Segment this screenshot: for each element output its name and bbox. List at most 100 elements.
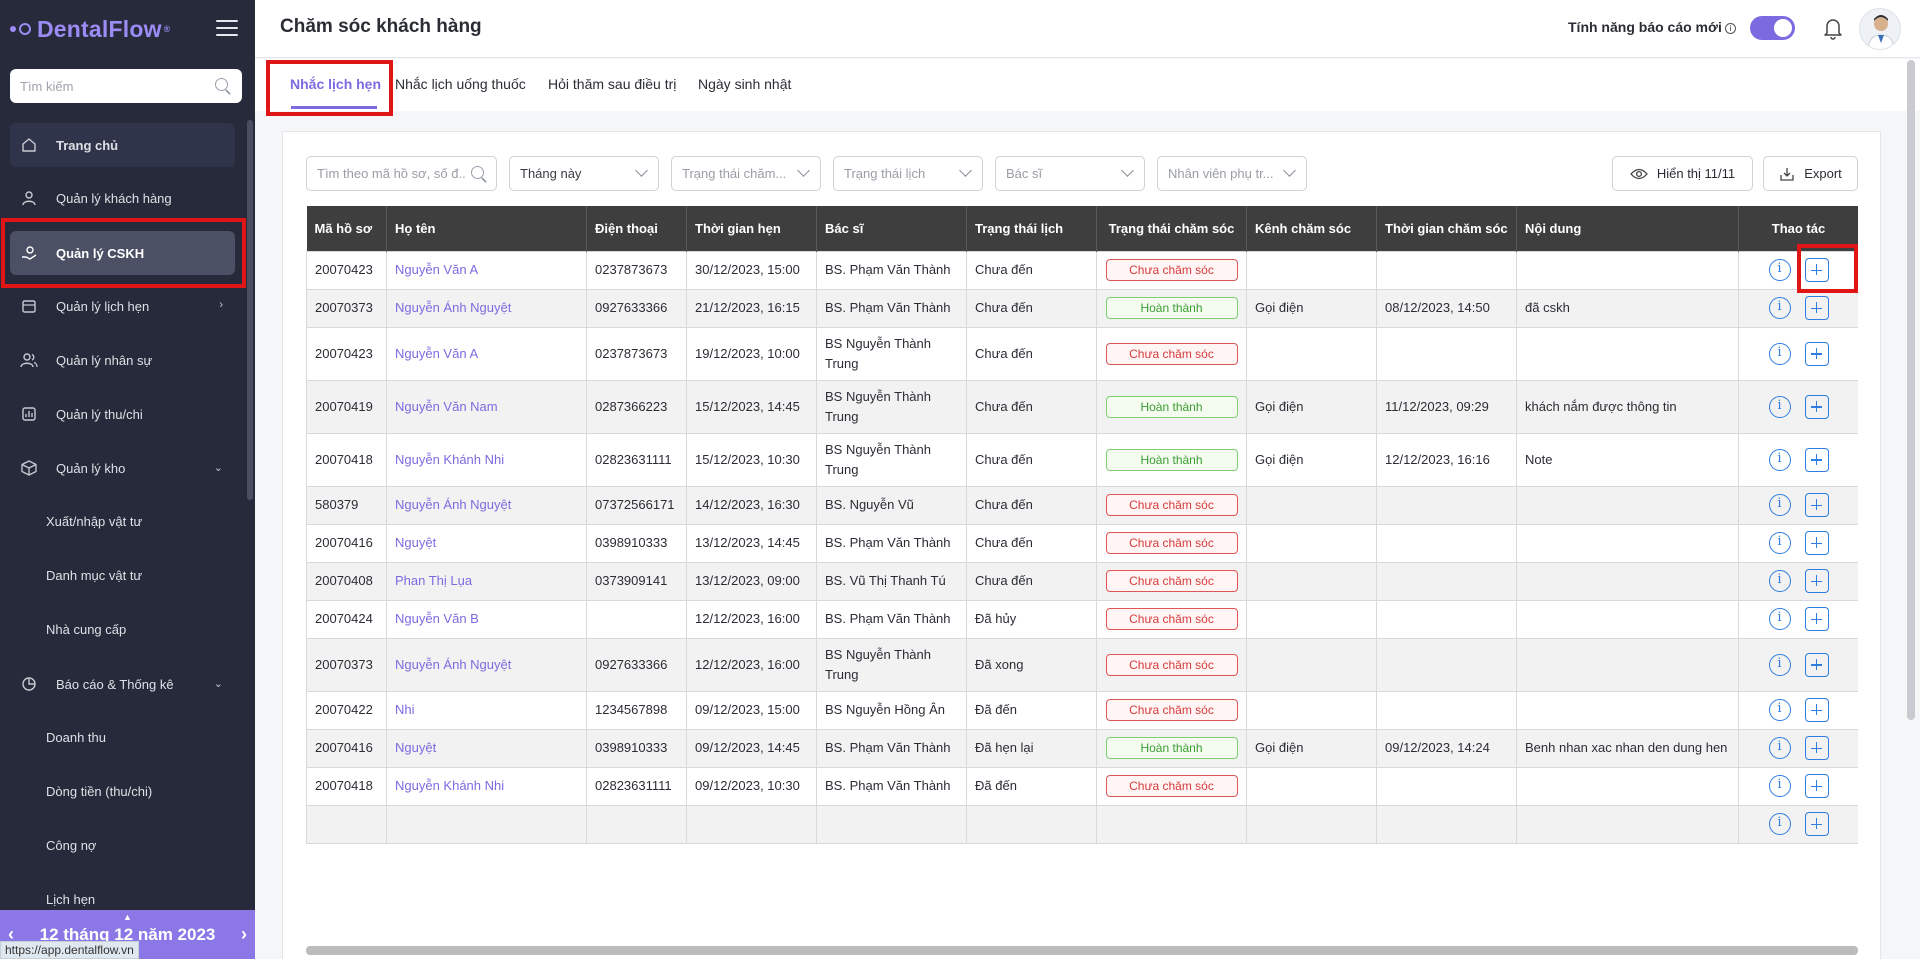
sidebar-item-reports[interactable]: Báo cáo & Thống kê ⌄ — [10, 662, 235, 706]
tab-birthday[interactable]: Ngày sinh nhật — [698, 76, 791, 92]
search-icon[interactable] — [214, 77, 232, 95]
cell-name[interactable]: Nguyễn Văn A — [386, 250, 587, 290]
table-row[interactable]: 20070418 Nguyễn Khánh Nhi 02823631111 09/12… — [306, 766, 1858, 806]
cell-name[interactable]: Nguyễn Ánh Nguyệt — [386, 485, 587, 525]
info-icon[interactable]: i — [1724, 23, 1736, 34]
next-date-icon[interactable]: › — [241, 924, 247, 945]
table-row[interactable]: 20070423 Nguyễn Văn A 0237873673 19/12/2023… — [306, 326, 1858, 381]
add-care-icon[interactable] — [1804, 341, 1829, 366]
info-circle-icon[interactable]: i — [1768, 570, 1791, 592]
info-circle-icon[interactable]: i — [1768, 699, 1791, 721]
info-circle-icon[interactable]: i — [1768, 737, 1791, 759]
add-care-icon[interactable] — [1804, 493, 1829, 517]
menu-toggle-icon[interactable] — [216, 20, 238, 38]
tab-post-treatment[interactable]: Hỏi thăm sau điều trị — [548, 76, 676, 92]
cell-name[interactable]: Nguyễn Văn Nam — [386, 379, 587, 434]
cell-name[interactable]: Nguyễn Ánh Nguyệt — [386, 288, 587, 328]
sidebar-item-finance[interactable]: Quản lý thu/chi — [10, 392, 235, 436]
cell-name[interactable] — [386, 804, 587, 844]
table-row[interactable]: 20070416 Nguyệt 0398910333 09/12/2023, 14:4… — [306, 728, 1858, 768]
home-icon — [20, 136, 38, 154]
add-care-icon[interactable] — [1804, 531, 1829, 555]
chevron-up-icon[interactable]: ▲ — [123, 912, 132, 922]
bell-icon[interactable] — [1822, 16, 1844, 40]
table-row[interactable]: 20070422 Nhi 1234567898 09/12/2023, 15:00 BS… — [306, 690, 1858, 730]
table-row[interactable]: 20070418 Nguyễn Khánh Nhi 02823631111 15/12… — [306, 432, 1858, 487]
sidebar-search-input[interactable] — [20, 78, 214, 94]
cell-name[interactable]: Nguyễn Văn B — [386, 599, 587, 639]
info-circle-icon[interactable]: i — [1768, 342, 1791, 365]
avatar[interactable] — [1859, 8, 1901, 50]
page-scrollbar[interactable] — [1907, 60, 1915, 720]
info-circle-icon[interactable]: i — [1768, 448, 1791, 471]
sidebar-sub-suppliers[interactable]: Nhà cung cấp — [46, 622, 126, 637]
sidebar-sub-stock-io[interactable]: Xuất/nhập vật tư — [46, 514, 142, 529]
info-circle-icon[interactable]: i — [1768, 775, 1791, 797]
add-care-icon[interactable] — [1804, 698, 1829, 722]
cell-appointment-status: Đã đến — [966, 766, 1097, 806]
add-care-icon[interactable] — [1804, 607, 1829, 631]
table-row[interactable]: 20070408 Phan Thị Lụa 0373909141 13/12/2023… — [306, 561, 1858, 601]
info-circle-icon[interactable]: i — [1768, 297, 1791, 319]
sidebar-sub-cashflow[interactable]: Dòng tiền (thu/chi) — [46, 784, 152, 799]
cell-name[interactable]: Nguyễn Khánh Nhi — [386, 432, 587, 487]
cell-name[interactable]: Nhi — [386, 690, 587, 730]
cell-appointment-time: 12/12/2023, 16:00 — [686, 599, 817, 639]
table-row[interactable]: 20070373 Nguyễn Ánh Nguyệt 0927633366 12/12… — [306, 637, 1858, 692]
horizontal-scrollbar[interactable] — [306, 946, 1858, 955]
export-button[interactable]: Export — [1763, 156, 1858, 191]
sidebar-item-customers[interactable]: Quản lý khách hàng — [10, 176, 235, 220]
sidebar-sub-revenue[interactable]: Doanh thu — [46, 730, 106, 745]
info-circle-icon[interactable]: i — [1768, 532, 1791, 554]
table-row[interactable]: 20070416 Nguyệt 0398910333 13/12/2023, 14:4… — [306, 523, 1858, 563]
sidebar-item-warehouse[interactable]: Quản lý kho ⌄ — [10, 446, 235, 490]
cell-name[interactable]: Nguyễn Ánh Nguyệt — [386, 637, 587, 692]
table-row[interactable]: 20070419 Nguyễn Văn Nam 0287366223 15/12/20… — [306, 379, 1858, 434]
sidebar-sub-materials[interactable]: Danh mục vật tư — [46, 568, 142, 583]
cell-name[interactable]: Nguyễn Văn A — [386, 326, 587, 381]
month-filter[interactable]: Tháng này — [509, 156, 659, 191]
cell-name[interactable]: Nguyệt — [386, 728, 587, 768]
add-care-icon[interactable] — [1804, 736, 1829, 760]
info-circle-icon[interactable]: i — [1768, 653, 1791, 676]
info-circle-icon[interactable]: i — [1768, 494, 1791, 516]
sidebar-item-staff[interactable]: Quản lý nhân sự — [10, 338, 235, 382]
sidebar-scrollbar[interactable] — [247, 120, 253, 500]
doctor-filter[interactable]: Bác sĩ — [995, 156, 1145, 191]
search-icon[interactable] — [470, 165, 488, 183]
table-row[interactable]: i — [306, 804, 1858, 844]
add-care-icon[interactable] — [1804, 812, 1829, 836]
app-logo[interactable]: DentalFlow ® — [10, 14, 171, 44]
cell-name[interactable]: Nguyễn Khánh Nhi — [386, 766, 587, 806]
cell-record-id: 580379 — [306, 485, 387, 525]
sidebar-item-appointments[interactable]: Quản lý lịch hẹn › — [10, 284, 235, 328]
info-circle-icon[interactable]: i — [1768, 395, 1791, 418]
sidebar-item-home[interactable]: Trang chủ — [10, 123, 235, 167]
add-care-icon[interactable] — [1804, 569, 1829, 593]
report-toggle-switch[interactable] — [1750, 16, 1795, 40]
record-search-filter[interactable]: Tìm theo mã hồ sơ, số đ... — [306, 156, 497, 191]
add-care-icon[interactable] — [1804, 774, 1829, 798]
add-care-icon[interactable] — [1804, 652, 1829, 677]
appointment-status-filter[interactable]: Trạng thái lịch — [833, 156, 983, 191]
info-circle-icon[interactable]: i — [1768, 813, 1791, 835]
add-care-icon[interactable] — [1804, 447, 1829, 472]
cell-care-time: 08/12/2023, 14:50 — [1376, 288, 1517, 328]
add-care-icon[interactable] — [1804, 296, 1829, 320]
display-columns-button[interactable]: Hiển thị 11/11 — [1612, 156, 1753, 191]
table-row[interactable]: 20070423 Nguyễn Văn A 0237873673 30/12/2023… — [306, 250, 1858, 290]
tab-medication-reminder[interactable]: Nhắc lịch uống thuốc — [395, 76, 526, 92]
sidebar-sub-appointments[interactable]: Lịch hẹn — [46, 892, 95, 907]
add-care-icon[interactable] — [1804, 394, 1829, 419]
staff-filter[interactable]: Nhân viên phụ tr... — [1157, 156, 1307, 191]
info-circle-icon[interactable]: i — [1768, 608, 1791, 630]
chart-icon — [20, 405, 38, 423]
cell-name[interactable]: Nguyệt — [386, 523, 587, 563]
table-row[interactable]: 20070373 Nguyễn Ánh Nguyệt 0927633366 21/12… — [306, 288, 1858, 328]
cell-name[interactable]: Phan Thị Lụa — [386, 561, 587, 601]
table-row[interactable]: 20070424 Nguyễn Văn B 12/12/2023, 16:00 BS.… — [306, 599, 1858, 639]
info-circle-icon[interactable]: i — [1768, 259, 1791, 281]
sidebar-sub-debt[interactable]: Công nợ — [46, 838, 96, 853]
table-row[interactable]: 580379 Nguyễn Ánh Nguyệt 07372566171 14/12/… — [306, 485, 1858, 525]
care-status-filter[interactable]: Trạng thái chăm... — [671, 156, 821, 191]
